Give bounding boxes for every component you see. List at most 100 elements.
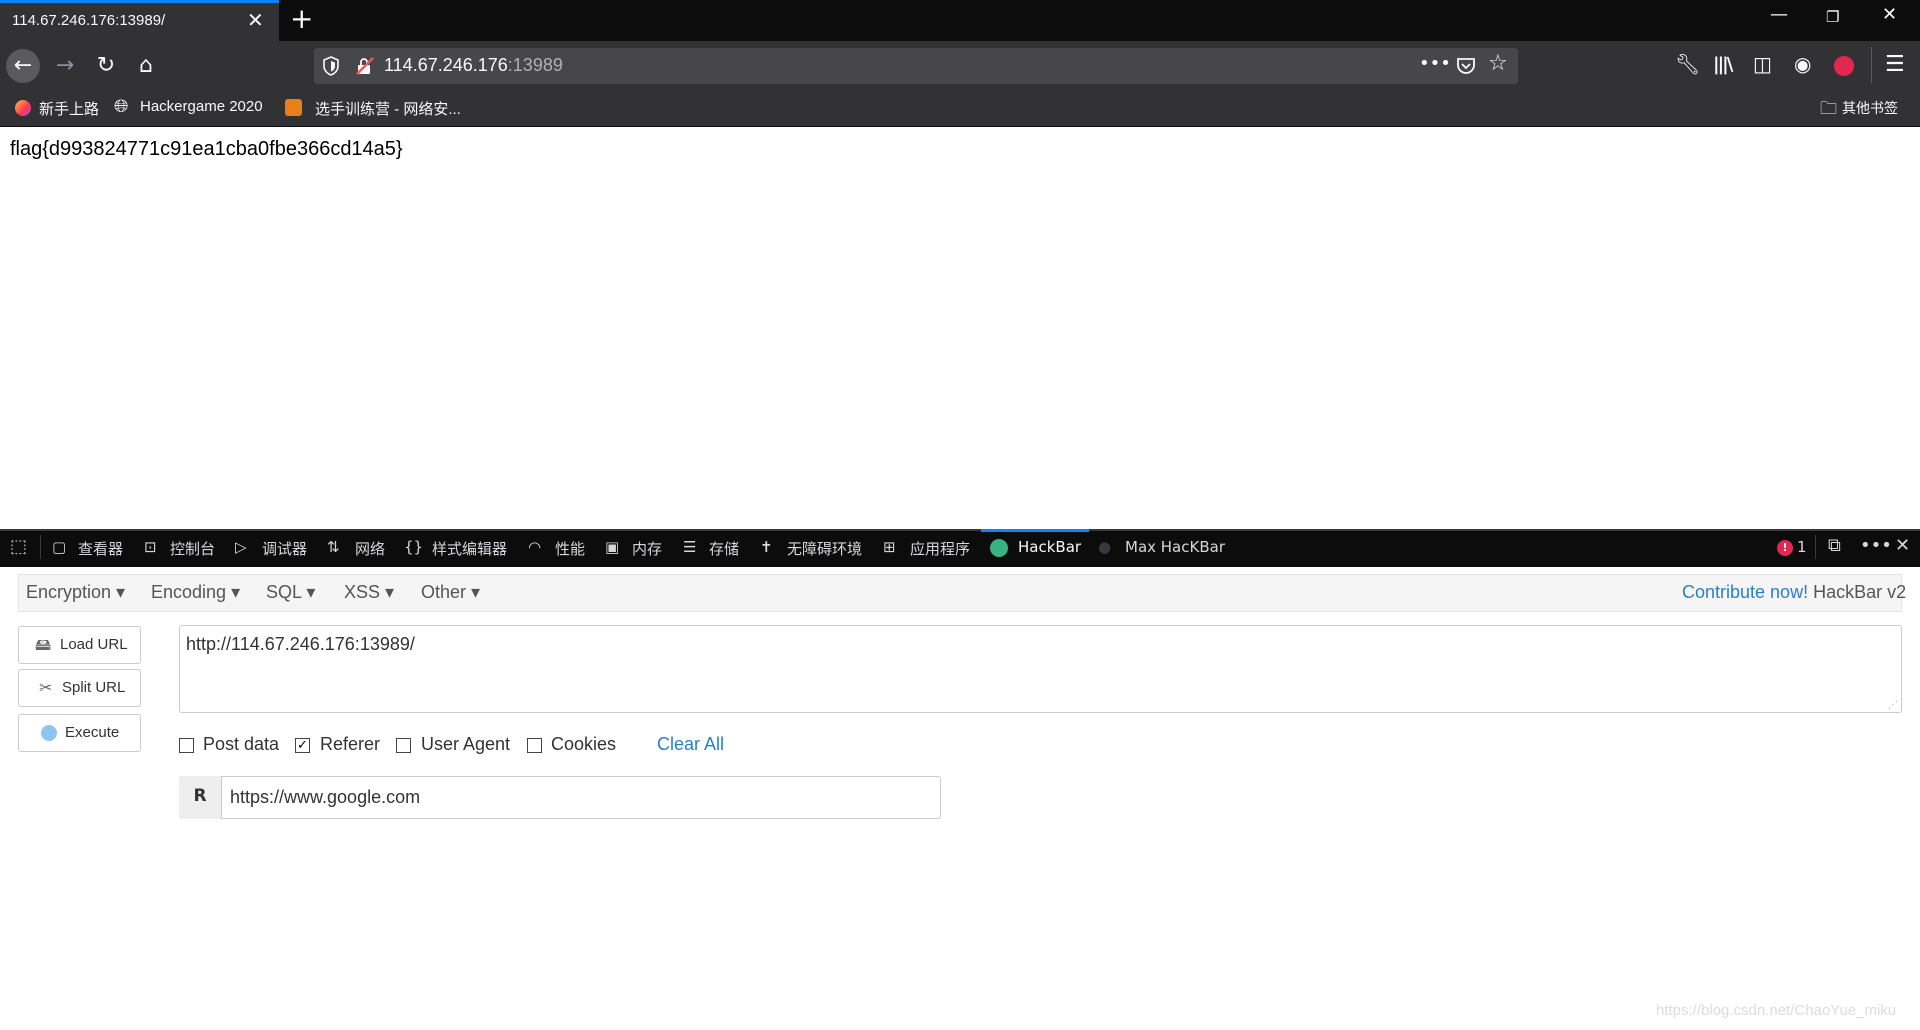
- post-data-checkbox[interactable]: [179, 738, 194, 753]
- flag-text: flag{d993824771c91ea1cba0fbe366cd14a5}: [10, 138, 403, 160]
- reload-icon[interactable]: ↻: [89, 49, 123, 83]
- url-textarea-value: http://114.67.246.176:13989/: [186, 634, 415, 654]
- tab-style-editor[interactable]: 样式编辑器: [432, 538, 507, 559]
- close-tab-icon[interactable]: ✕: [247, 8, 264, 32]
- bookmark-item[interactable]: 新手上路: [39, 98, 99, 119]
- menu-icon[interactable]: ☰: [1885, 52, 1905, 77]
- tab-memory[interactable]: 内存: [632, 538, 662, 559]
- devtools-separator: [1815, 535, 1816, 559]
- execute-icon: [41, 725, 57, 741]
- hackbar-icon: [990, 539, 1008, 557]
- scissors-icon: ✂: [39, 680, 53, 697]
- tab-max-hackbar[interactable]: Max HacKBar: [1125, 538, 1225, 556]
- split-url-label: Split URL: [62, 679, 126, 696]
- dock-icon[interactable]: ⧉: [1828, 535, 1841, 556]
- accessibility-icon: ✝: [760, 538, 773, 556]
- toolbar-separator: [1871, 47, 1872, 83]
- error-count[interactable]: 1: [1797, 538, 1807, 556]
- minimize-icon[interactable]: —: [1770, 4, 1788, 25]
- menu-sql[interactable]: SQL ▾: [266, 582, 315, 603]
- split-url-button[interactable]: ✂ Split URL: [18, 669, 141, 707]
- pocket-icon[interactable]: [1455, 55, 1477, 77]
- menu-xss[interactable]: XSS ▾: [344, 582, 394, 603]
- execute-button[interactable]: Execute: [18, 714, 141, 752]
- tab-hackbar[interactable]: HackBar: [1018, 538, 1081, 556]
- url-textarea[interactable]: [179, 625, 1902, 713]
- forward-arrow-icon[interactable]: →: [48, 49, 82, 83]
- storage-icon: ☰: [683, 538, 697, 556]
- load-url-button[interactable]: 🖴︎ Load URL: [18, 626, 141, 664]
- debugger-icon: ▷: [235, 538, 247, 556]
- cookies-label: Cookies: [551, 734, 617, 754]
- menu-other-label: Other: [421, 582, 467, 602]
- menu-encoding[interactable]: Encoding ▾: [151, 582, 240, 603]
- post-data-label: Post data: [203, 734, 280, 754]
- tab-performance[interactable]: 性能: [555, 538, 585, 559]
- close-devtools-icon[interactable]: ✕: [1895, 535, 1910, 556]
- training-site-icon: [285, 99, 302, 116]
- bookmark-star-icon[interactable]: ☆: [1488, 51, 1508, 76]
- insecure-lock-icon[interactable]: [355, 56, 375, 76]
- element-picker-icon[interactable]: ⬚: [10, 536, 27, 557]
- application-icon: ⊞: [883, 538, 896, 556]
- error-icon[interactable]: !: [1777, 540, 1793, 556]
- hackbar-version: HackBar v2: [1813, 582, 1907, 602]
- referer-label: Referer: [320, 734, 381, 754]
- address-host: 114.67.246.176: [384, 55, 508, 75]
- referer-value: https://www.google.com: [230, 787, 421, 807]
- execute-label: Execute: [65, 724, 120, 741]
- clear-all-link[interactable]: Clear All: [657, 734, 724, 755]
- home-icon[interactable]: ⌂: [129, 49, 163, 83]
- library-icon[interactable]: |||\: [1713, 54, 1733, 75]
- tab-application[interactable]: 应用程序: [910, 538, 970, 559]
- close-window-icon[interactable]: ✕: [1882, 4, 1897, 25]
- tab-storage[interactable]: 存储: [709, 538, 739, 559]
- inspector-icon: ▢: [52, 538, 67, 556]
- firefox-icon: [15, 100, 31, 116]
- tab-network[interactable]: 网络: [355, 538, 385, 559]
- other-bookmarks[interactable]: 其他书签: [1842, 98, 1898, 118]
- extension-icon[interactable]: [1834, 56, 1854, 76]
- bookmark-item[interactable]: Hackergame 2020: [140, 98, 263, 115]
- load-url-label: Load URL: [60, 636, 128, 653]
- tab-accessibility[interactable]: 无障碍环境: [787, 538, 862, 559]
- page-actions-icon[interactable]: •••: [1419, 53, 1451, 74]
- cookies-checkbox[interactable]: [527, 738, 542, 753]
- menu-encoding-label: Encoding: [151, 582, 227, 602]
- performance-icon: ◠: [528, 538, 542, 556]
- address-text: 114.67.246.176:13989: [384, 55, 563, 76]
- menu-encryption[interactable]: Encryption ▾: [26, 582, 125, 603]
- tab-console[interactable]: 控制台: [170, 538, 215, 559]
- sidebar-icon[interactable]: ◫: [1753, 52, 1772, 76]
- resize-handle-icon[interactable]: ⋰: [1888, 700, 1898, 711]
- user-agent-label: User Agent: [421, 734, 511, 754]
- restore-icon[interactable]: ❐: [1826, 8, 1839, 26]
- bookmark-item[interactable]: 选手训练营 - 网络安...: [315, 98, 461, 119]
- shield-icon[interactable]: [322, 56, 340, 76]
- devtools-separator: [40, 535, 41, 559]
- tab-active[interactable]: 114.67.246.176:13989/ ✕: [0, 0, 279, 41]
- back-arrow-icon[interactable]: ←: [6, 49, 40, 83]
- network-icon: ⇅: [327, 538, 340, 556]
- max-hackbar-icon: ●: [1098, 538, 1112, 556]
- address-port: :13989: [507, 55, 563, 75]
- account-icon[interactable]: ◉: [1794, 52, 1811, 76]
- load-url-icon: 🖴︎: [35, 637, 52, 654]
- watermark: https://blog.csdn.net/ChaoYue_miku: [1656, 1002, 1897, 1019]
- tab-debugger[interactable]: 调试器: [262, 538, 307, 559]
- menu-other[interactable]: Other ▾: [421, 582, 480, 603]
- tab-strip: [0, 0, 1920, 41]
- referer-checkbox[interactable]: ✓: [295, 738, 310, 753]
- console-icon: ⊡: [144, 538, 157, 556]
- devtools-menu-icon[interactable]: •••: [1860, 535, 1892, 556]
- hackbar-credit: Contribute now! HackBar v2: [1682, 582, 1906, 603]
- user-agent-checkbox[interactable]: [396, 738, 411, 753]
- menu-xss-label: XSS: [344, 582, 381, 602]
- wrench-icon[interactable]: 🔧︎: [1675, 52, 1700, 76]
- referer-addon: R: [179, 776, 222, 819]
- contribute-link[interactable]: Contribute now!: [1682, 582, 1808, 602]
- tab-inspector[interactable]: 查看器: [78, 538, 123, 559]
- menu-sql-label: SQL: [266, 582, 302, 602]
- new-tab-icon[interactable]: +: [290, 2, 313, 35]
- globe-icon: 🌐︎: [114, 96, 129, 116]
